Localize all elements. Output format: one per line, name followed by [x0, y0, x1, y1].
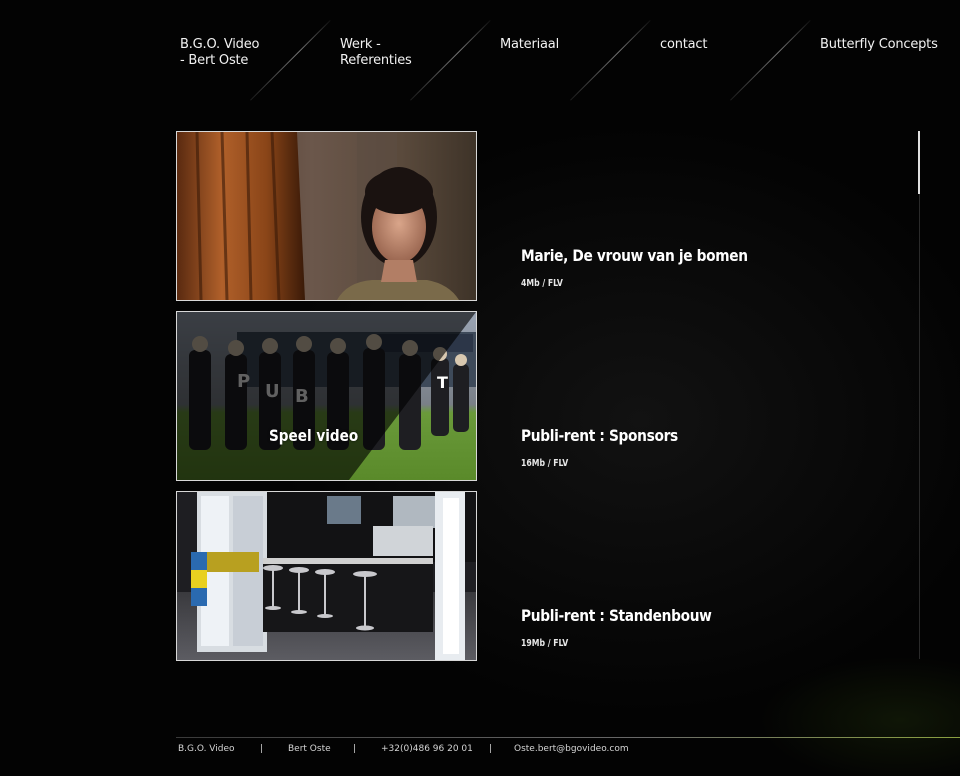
footer-separator: |	[489, 744, 493, 754]
video-title[interactable]: Publi-rent : Standenbouw	[521, 606, 712, 625]
video-list: Marie, De vrouw van je bomen 4Mb / FLV T…	[176, 131, 920, 661]
nav-item-bgo-video[interactable]: B.G.O. Video - Bert Oste	[180, 37, 280, 69]
footer-separator: |	[353, 744, 357, 754]
nav-item-materiaal[interactable]: Materiaal	[500, 37, 600, 53]
footer-name: Bert Oste	[288, 744, 331, 754]
nav-separator	[570, 20, 651, 101]
video-item: Publi-rent : Standenbouw 19Mb / FLV	[176, 491, 896, 661]
thumbnail-image	[177, 132, 476, 300]
play-video-label[interactable]: Speel video	[269, 426, 358, 445]
video-thumbnail-publi-rent-standenbouw[interactable]	[176, 491, 477, 661]
footer-separator: |	[260, 744, 264, 754]
video-meta: 4Mb / FLV	[521, 278, 563, 289]
footer-divider	[176, 737, 960, 738]
scrollbar-track[interactable]	[919, 131, 920, 659]
video-thumbnail-publi-rent-sponsors[interactable]: P U B T Speel video	[176, 311, 477, 481]
footer-company: B.G.O. Video	[178, 744, 235, 754]
video-item: P U B T Speel video Publi-rent : Sponsor…	[176, 311, 896, 481]
nav-item-werk-referenties[interactable]: Werk - Referenties	[340, 37, 440, 69]
nav-item-butterfly-concepts[interactable]: Butterfly Concepts	[820, 37, 950, 53]
nav-separator	[730, 20, 811, 101]
play-overlay	[177, 312, 476, 480]
footer-email-link[interactable]: Oste.bert@bgovideo.com	[514, 744, 629, 754]
video-thumbnail-marie[interactable]	[176, 131, 477, 301]
video-item: Marie, De vrouw van je bomen 4Mb / FLV	[176, 131, 896, 301]
video-title[interactable]: Marie, De vrouw van je bomen	[521, 246, 748, 265]
footer-phone: +32(0)486 96 20 01	[381, 744, 473, 754]
main-navigation: B.G.O. Video - Bert Oste Werk - Referent…	[0, 0, 960, 110]
video-meta: 19Mb / FLV	[521, 638, 569, 649]
nav-item-contact[interactable]: contact	[660, 37, 760, 53]
video-meta: 16Mb / FLV	[521, 458, 569, 469]
video-title[interactable]: Publi-rent : Sponsors	[521, 426, 678, 445]
thumbnail-image	[177, 492, 476, 660]
scrollbar-thumb[interactable]	[918, 131, 920, 194]
